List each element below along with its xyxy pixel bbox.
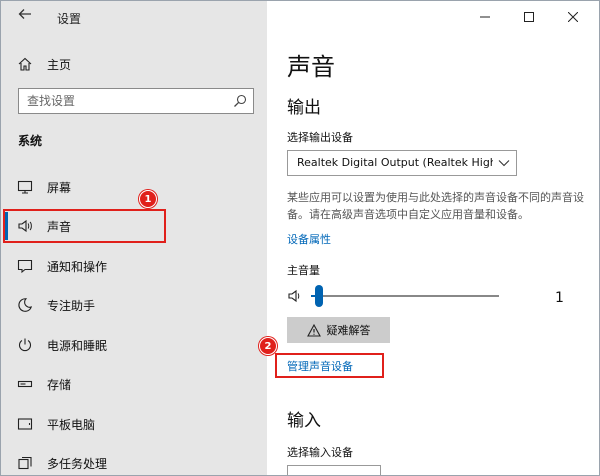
- app-title: 设置: [57, 12, 82, 26]
- sidebar-item-home[interactable]: 主页: [15, 53, 255, 75]
- home-icon: [15, 54, 35, 74]
- multitask-icon: [15, 453, 35, 473]
- volume-slider-thumb[interactable]: [314, 285, 323, 307]
- notification-icon: [15, 256, 35, 276]
- annotation-badge-1: 1: [139, 190, 157, 208]
- volume-slider-track[interactable]: [311, 295, 499, 297]
- storage-icon: [15, 374, 35, 394]
- settings-window: 设置 主页 系统 屏幕 声音 1: [0, 0, 600, 476]
- output-device-label: 选择输出设备: [287, 131, 353, 144]
- window-controls: [463, 5, 595, 29]
- sidebar-item-label: 通知和操作: [47, 259, 108, 274]
- output-heading: 输出: [287, 98, 321, 118]
- sidebar-item-tablet[interactable]: 平板电脑: [15, 412, 255, 436]
- sidebar-item-label: 多任务处理: [47, 456, 108, 471]
- input-device-select[interactable]: [287, 465, 381, 475]
- page-title: 声音: [287, 53, 335, 81]
- output-device-value: Realtek Digital Output (Realtek High...: [297, 156, 493, 169]
- input-heading: 输入: [287, 411, 321, 431]
- annotation-highlight-sound: [3, 209, 166, 243]
- section-title: 系统: [18, 134, 43, 148]
- minimize-button[interactable]: [463, 5, 507, 29]
- sidebar: 设置 主页 系统 屏幕 声音 1: [1, 1, 267, 475]
- close-icon: [568, 12, 578, 22]
- power-icon: [15, 335, 35, 355]
- sidebar-item-focus-assist[interactable]: 专注助手: [15, 293, 255, 317]
- maximize-button[interactable]: [507, 5, 551, 29]
- moon-icon: [15, 295, 35, 315]
- monitor-icon: [15, 177, 35, 197]
- volume-icon[interactable]: [287, 288, 303, 304]
- search-box[interactable]: [18, 88, 254, 114]
- sidebar-item-storage[interactable]: 存储: [15, 372, 255, 396]
- device-properties-link[interactable]: 设备属性: [287, 231, 331, 247]
- chevron-down-icon: [498, 160, 510, 167]
- volume-value: 1: [555, 290, 564, 306]
- sidebar-item-label: 平板电脑: [47, 417, 96, 432]
- master-volume-label: 主音量: [287, 264, 320, 277]
- sidebar-item-notifications[interactable]: 通知和操作: [15, 254, 255, 278]
- manage-sound-devices-link[interactable]: 管理声音设备: [287, 358, 353, 374]
- minimize-icon: [480, 16, 490, 18]
- warning-icon: [306, 323, 321, 337]
- sidebar-item-label: 屏幕: [47, 180, 72, 195]
- sidebar-item-multitasking[interactable]: 多任务处理: [15, 451, 255, 475]
- sidebar-item-label: 存储: [47, 377, 72, 392]
- maximize-icon: [524, 12, 534, 22]
- sidebar-item-label: 主页: [47, 57, 72, 72]
- sidebar-item-power[interactable]: 电源和睡眠: [15, 333, 255, 357]
- troubleshoot-label: 疑难解答: [326, 324, 371, 337]
- close-button[interactable]: [551, 5, 595, 29]
- troubleshoot-button[interactable]: 疑难解答: [287, 317, 390, 343]
- back-button[interactable]: [15, 6, 35, 26]
- output-device-select[interactable]: Realtek Digital Output (Realtek High...: [287, 150, 517, 176]
- search-icon[interactable]: [233, 94, 247, 108]
- tablet-icon: [15, 414, 35, 434]
- annotation-badge-2: 2: [259, 337, 277, 355]
- search-input[interactable]: [27, 93, 227, 109]
- back-arrow-icon: [18, 9, 31, 19]
- sidebar-item-label: 电源和睡眠: [47, 338, 108, 353]
- main-content: 声音 输出 选择输出设备 Realtek Digital Output (Rea…: [259, 1, 599, 475]
- sidebar-item-display[interactable]: 屏幕: [15, 175, 255, 199]
- input-device-label: 选择输入设备: [287, 446, 353, 459]
- sidebar-item-label: 专注助手: [47, 298, 96, 313]
- output-description: 某些应用可以设置为使用与此处选择的声音设备不同的声音设备。请在高级声音选项中自定…: [287, 191, 584, 221]
